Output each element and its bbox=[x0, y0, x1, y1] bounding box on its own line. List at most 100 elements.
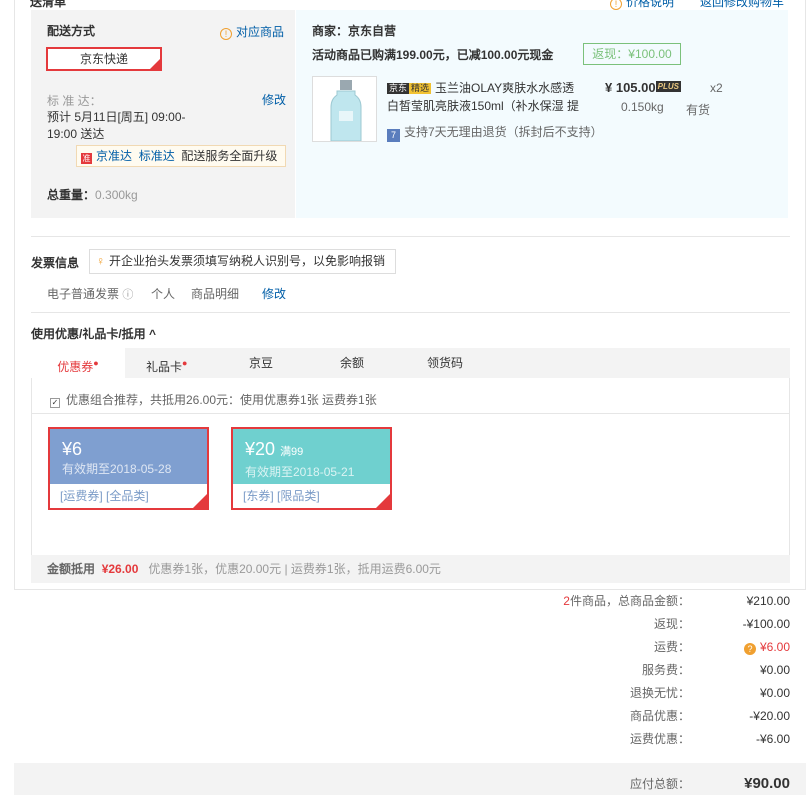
summary-ship-discount: 运费优惠： -¥6.00 bbox=[490, 729, 790, 749]
invoice-type-label: 电子普通发票 bbox=[47, 287, 120, 301]
shipping-method-label: 京东快递 bbox=[79, 52, 128, 66]
tip-brand-2[interactable]: 标准达 bbox=[139, 149, 175, 163]
return-7day-icon: 7 bbox=[387, 129, 400, 142]
promo-text: 活动商品已购满199.00元，已减100.00元现金 bbox=[312, 48, 554, 62]
jx-tag: 精选 bbox=[409, 83, 432, 94]
summary-cashback: 返现： -¥100.00 bbox=[490, 614, 790, 634]
product-name-line-1[interactable]: 京东 精选 玉兰油OLAY爽肤水水感透 bbox=[387, 79, 574, 96]
divider bbox=[31, 312, 790, 313]
goods-discount-label: 商品优惠： bbox=[629, 709, 690, 723]
goods-discount-value: -¥20.00 bbox=[749, 709, 790, 723]
summary-goods-label: 2件商品，总商品金额： bbox=[563, 591, 690, 611]
coupon-top: ¥20 满99 有效期至2018-05-21 bbox=[233, 429, 390, 484]
price-value: ¥ 105.00 bbox=[605, 80, 656, 95]
deduct-value: ¥26.00 bbox=[101, 562, 139, 576]
dot-icon: ● bbox=[93, 358, 99, 368]
deduct-detail: 优惠券1张，优惠20.00元 | 运费券1张，抵用运费6.00元 bbox=[148, 562, 441, 576]
section-title-clipped: 送清单 bbox=[30, 0, 67, 9]
coupon-expiry: 有效期至2018-05-21 bbox=[245, 465, 355, 479]
related-goods-link[interactable]: ! 对应商品 bbox=[220, 23, 284, 40]
discount-toggle[interactable]: 使用优惠/礼品卡/抵用 ^ bbox=[31, 325, 156, 342]
standard-label: 标 准 达： bbox=[47, 94, 102, 108]
return-policy: 7 支持7天无理由退货（拆封后不支持） bbox=[387, 123, 603, 142]
recommend-row[interactable]: ✓ 优惠组合推荐，共抵用26.00元：使用优惠券1张 运费券1张 bbox=[50, 391, 377, 408]
back-cart-link[interactable]: 返回修改购物车 bbox=[700, 0, 784, 10]
invoice-type: 电子普通发票 ⓘ bbox=[47, 285, 133, 302]
deduct-summary: 金额抵用 ¥26.00 优惠券1张，优惠20.00元 | 运费券1张，抵用运费6… bbox=[31, 555, 790, 583]
selected-corner-icon bbox=[150, 59, 160, 69]
summary-goods-discount: 商品优惠： -¥20.00 bbox=[490, 706, 790, 726]
summary-shipping: 运费：? ¥6.00 bbox=[490, 637, 790, 657]
coupon-amount: ¥6 bbox=[62, 439, 83, 459]
invoice-detail: 商品明细 bbox=[191, 287, 240, 301]
ship-discount-label: 运费优惠： bbox=[629, 732, 690, 746]
price-note-link[interactable]: ! 价格说明 bbox=[610, 0, 674, 10]
product-stock: 有货 bbox=[686, 103, 711, 117]
coupon-top: ¥6 有效期至2018-05-28 bbox=[50, 429, 207, 484]
jzd-icon: 准 bbox=[81, 153, 92, 164]
info-icon: ! bbox=[610, 0, 622, 10]
tip-text: 配送服务全面升级 bbox=[181, 149, 278, 163]
shipping-label: 运费： bbox=[653, 640, 690, 654]
coupon-amount-value: ¥20 bbox=[245, 439, 276, 459]
summary-goods-value: ¥210.00 bbox=[746, 594, 790, 608]
selected-corner-icon bbox=[376, 494, 390, 508]
summary-service: 服务费： ¥0.00 bbox=[490, 660, 790, 680]
product-name-line-2[interactable]: 白皙莹肌亮肤液150ml（补水保湿 提 bbox=[387, 97, 579, 114]
return-policy-text: 支持7天无理由退货（拆封后不支持） bbox=[404, 125, 603, 139]
summary-total: 应付总额： ¥90.00 bbox=[490, 774, 790, 794]
help-icon[interactable]: ⓘ bbox=[122, 289, 133, 301]
product-name-1: 玉兰油OLAY爽肤水水感透 bbox=[435, 81, 575, 95]
jd-tag: 京东 bbox=[387, 83, 410, 94]
shipping-amount: ¥6.00 bbox=[759, 640, 790, 654]
divider bbox=[31, 236, 790, 237]
plus-badge: PLUS bbox=[655, 81, 681, 92]
weight-label: 总重量： bbox=[47, 188, 96, 202]
modify-delivery-link[interactable]: 修改 bbox=[262, 91, 286, 108]
invoice-tip-text: 开企业抬头发票须填写纳税人识别号，以免影响报销 bbox=[109, 254, 386, 268]
product-price: ¥ 105.00 PLUS bbox=[605, 80, 681, 95]
tab-balance[interactable]: 余额 bbox=[340, 348, 364, 378]
product-qty: x2 bbox=[710, 81, 723, 95]
tab-coupon-label: 优惠券 bbox=[57, 360, 94, 374]
delivery-title: 配送方式 bbox=[47, 24, 96, 38]
eta-line-2: 19:00 送达 bbox=[47, 127, 105, 141]
tab-coupon[interactable]: 优惠券● bbox=[31, 348, 125, 378]
total-label: 应付总额： bbox=[629, 777, 690, 791]
related-goods-label: 对应商品 bbox=[236, 25, 285, 39]
modify-invoice-link[interactable]: 修改 bbox=[262, 285, 286, 302]
info-icon: ! bbox=[220, 28, 232, 40]
tip-brand-1[interactable]: 京准达 bbox=[96, 149, 132, 163]
summary-goods: 2件商品，总商品金额： ¥210.00 bbox=[490, 591, 790, 611]
deduct-label: 金额抵用 bbox=[47, 562, 96, 576]
coupon-card[interactable]: ¥6 有效期至2018-05-28 [运费券] [全品类] bbox=[48, 427, 209, 510]
cashback-badge: 返现：¥100.00 bbox=[583, 43, 681, 65]
total-weight: 总重量：0.300kg bbox=[47, 186, 138, 203]
exchange-label: 退换无忧： bbox=[629, 686, 690, 700]
recommend-text: 优惠组合推荐，共抵用26.00元：使用优惠券1张 运费券1张 bbox=[66, 393, 377, 407]
coupon-card[interactable]: ¥20 满99 有效期至2018-05-21 [东券] [限品类] bbox=[231, 427, 392, 510]
selected-corner-icon bbox=[193, 494, 207, 508]
checkbox-checked-icon[interactable]: ✓ bbox=[50, 398, 60, 408]
product-image[interactable] bbox=[312, 76, 377, 142]
question-icon[interactable]: ? bbox=[743, 643, 756, 655]
tab-giftcard-label: 礼品卡 bbox=[146, 360, 183, 374]
exchange-value: ¥0.00 bbox=[759, 686, 790, 700]
coupon-expiry: 有效期至2018-05-28 bbox=[62, 462, 172, 476]
tab-giftcard[interactable]: 礼品卡● bbox=[146, 348, 187, 378]
invoice-tip: ♀ 开企业抬头发票须填写纳税人识别号，以免影响报销 bbox=[89, 249, 396, 274]
total-value: ¥90.00 bbox=[744, 775, 790, 792]
eta-line-1: 预计 5月11日[周五] 09:00- bbox=[47, 110, 186, 124]
tab-jingdou[interactable]: 京豆 bbox=[249, 348, 273, 378]
shipping-method-option[interactable]: 京东快递 bbox=[46, 47, 162, 71]
cashback-label: 返现： bbox=[653, 617, 690, 631]
goods-label-text: 件商品，总商品金额： bbox=[569, 594, 690, 608]
service-value: ¥0.00 bbox=[759, 663, 790, 677]
coupon-amount: ¥20 满99 bbox=[245, 437, 378, 464]
goods-count: 2 bbox=[563, 594, 570, 608]
bottle-image-icon bbox=[313, 77, 376, 141]
invoice-title: 发票信息 bbox=[31, 256, 80, 270]
merchant-label: 商家：京东自营 bbox=[312, 24, 397, 38]
tab-pickup-code[interactable]: 领货码 bbox=[427, 348, 463, 378]
coupon-tags: [运费券] [全品类] bbox=[60, 489, 149, 503]
